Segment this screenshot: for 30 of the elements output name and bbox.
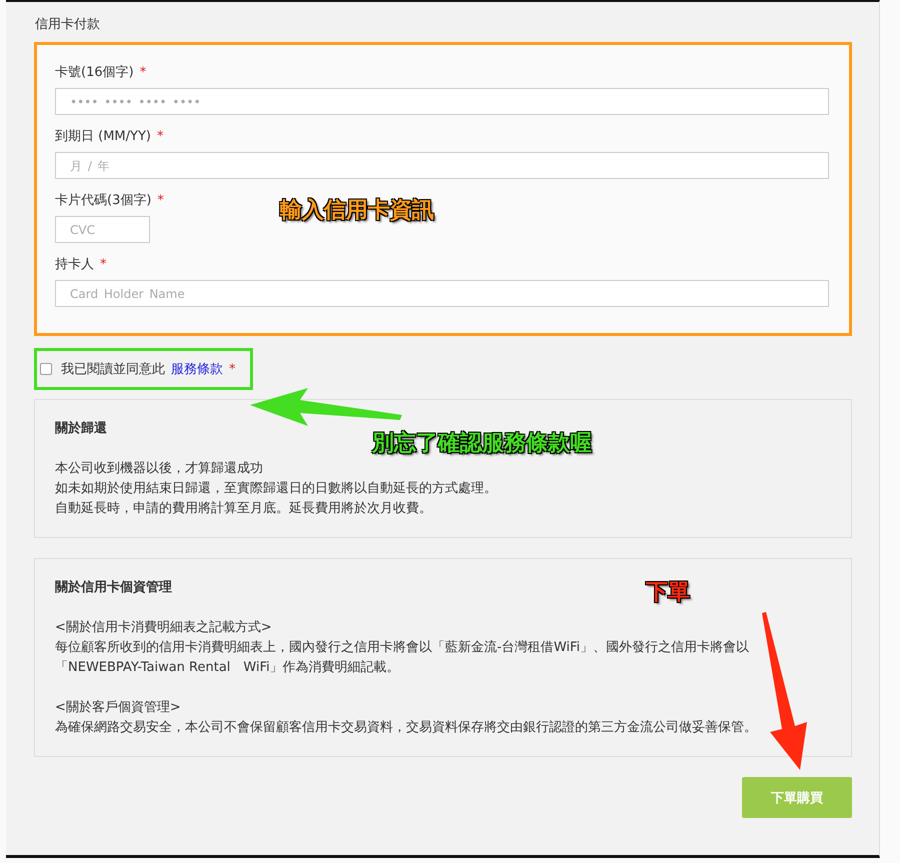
field-label: 卡號(16個字)	[55, 65, 134, 80]
text-line: 「NEWEBPAY-Taiwan Rental WiFi」作為消費明細記載。	[55, 659, 401, 677]
input-field[interactable]: •••• •••• •••• ••••	[55, 88, 829, 115]
required-mark: *	[157, 193, 164, 208]
input-field[interactable]: 月 / 年	[55, 152, 829, 179]
required-mark: *	[140, 65, 146, 80]
required-mark: *	[100, 257, 106, 272]
required-mark: *	[156, 129, 164, 144]
terms-link[interactable]: 服務條款	[171, 360, 223, 378]
field-label: 持卡人	[55, 257, 94, 272]
input-field[interactable]: Card Holder Name	[55, 280, 829, 307]
checkbox[interactable]	[40, 363, 52, 375]
text-line: 本公司收到機器以後，才算歸還成功	[55, 460, 264, 478]
input-field[interactable]: CVC	[55, 216, 150, 243]
panel-title: 關於歸還	[55, 420, 107, 438]
text-line: 為確保網路交易安全，本公司不會保留顧客信用卡交易資料，交易資料保存將交由銀行認證的第三方金流公司做妥善保管。	[55, 719, 758, 737]
callout-text: 下單	[646, 579, 690, 607]
text-line: 每位顧客所收到的信用卡消費明細表上，國內發行之信用卡將會以「藍新金流-台灣租借WiFi」、國外發行之信用卡將會以	[55, 639, 750, 657]
agreement-label: 我已閱讀並同意此	[61, 361, 165, 378]
text-line: 如未如期於使用結束日歸還，至實際歸還日的日數將以自動延長的方式處理。	[55, 480, 498, 498]
text-line: <關於客戶個資管理>	[55, 699, 182, 717]
text-line: 自動延長時，申請的費用將計算至月底。延長費用將於次月收費。	[55, 500, 433, 518]
text-line: <關於信用卡消費明細表之記載方式>	[55, 619, 273, 637]
panel-title: 關於信用卡個資管理	[55, 579, 172, 597]
callout-text: 輸入信用卡資訊	[280, 197, 434, 225]
required-mark: *	[229, 362, 236, 376]
callout-text: 別忘了確認服務條款喔	[372, 430, 592, 458]
field-label: 到期日 (MM/YY)	[55, 129, 151, 144]
field-label: 卡片代碼(3個字)	[55, 193, 152, 208]
section-title: 信用卡付款	[35, 16, 101, 34]
